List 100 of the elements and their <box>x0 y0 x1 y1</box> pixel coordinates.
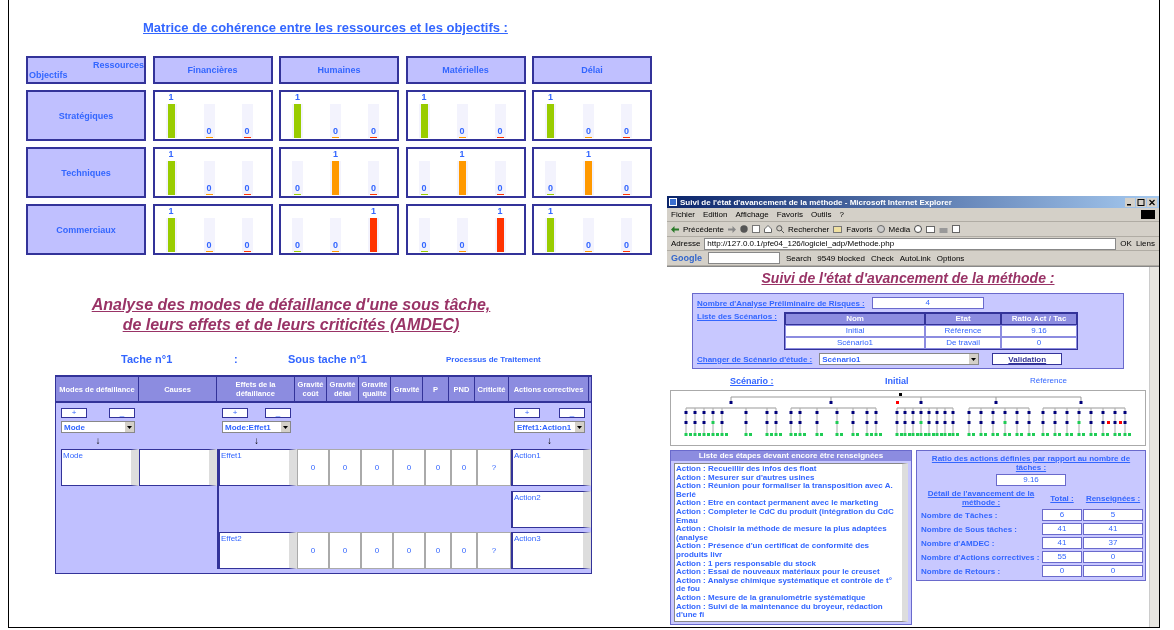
maximize-icon[interactable] <box>1136 197 1146 207</box>
folder-icon[interactable] <box>833 225 843 233</box>
column-axis-label: Ressources <box>91 60 144 70</box>
home-icon[interactable] <box>763 225 772 233</box>
score-cell: 0 <box>297 449 329 486</box>
text-area-field[interactable]: Effet2 <box>219 532 297 569</box>
bar-value-label: 0 <box>585 241 592 250</box>
value-field: 0 <box>1083 565 1143 577</box>
autolink-button[interactable]: AutoLink <box>899 253 931 263</box>
search-button[interactable]: Search <box>786 253 812 263</box>
score-cell: 0 <box>425 532 451 569</box>
scrollbar[interactable] <box>1149 267 1159 627</box>
menu-item[interactable]: Favoris <box>776 210 803 219</box>
list-item[interactable]: Action : Choisir la méthode de mesure la plus adaptées (analyse <box>676 525 901 543</box>
ratio-label: Ratio des actions définies par rapport au nombre de tâches : <box>930 454 1132 472</box>
dropdown[interactable]: Mode:Effet1 <box>222 421 291 433</box>
bar-value-label: 0 <box>458 241 466 250</box>
table-cell: Référence <box>925 325 1002 337</box>
list-item[interactable]: Action : Mesure de la granulométrie systématique <box>676 593 901 603</box>
browser-icon <box>669 198 677 206</box>
down-arrow: ↓ <box>254 436 259 446</box>
score-cell: 0 <box>361 449 393 486</box>
close-icon[interactable] <box>1147 197 1157 207</box>
subtask-label: Sous tache n°1 <box>288 353 367 365</box>
column-header: Matérielles <box>405 56 526 84</box>
text-area-field[interactable] <box>139 449 217 486</box>
value-field: 41 <box>1083 523 1143 535</box>
list-item[interactable]: Action : Recueillir des infos des float <box>676 465 901 474</box>
add-button[interactable]: + <box>514 408 540 418</box>
column-header: Financières <box>152 56 273 84</box>
list-item[interactable]: Action : Completer le CdC du produit (intégration du CdC Emau <box>676 507 901 526</box>
remove-button[interactable]: _ <box>559 408 585 418</box>
dropdown[interactable]: Scénario1 <box>819 353 980 365</box>
scenario-label: Scénario : <box>730 376 774 386</box>
list-item[interactable]: Action : Mesurer sur d'autres usines <box>676 473 901 483</box>
list-item[interactable]: Action : Réunion pour formaliser la transposition avec A. Berlé <box>676 482 901 500</box>
popup-blocker-button[interactable]: 9549 blocked <box>817 253 865 263</box>
search-field[interactable] <box>708 252 780 264</box>
stop-icon[interactable] <box>739 225 748 233</box>
bar-value-label: 1 <box>370 207 377 216</box>
text-area-field[interactable]: Effet1 <box>219 449 297 486</box>
list-box[interactable] <box>674 463 908 622</box>
address-field[interactable]: http://127.0.0.1/pfe04_126/logiciel_adp/Methode.php <box>704 237 1117 250</box>
back-button[interactable]: Précédente <box>683 224 724 234</box>
check-button[interactable]: Check <box>870 253 894 263</box>
bar-value-label: 0 <box>370 127 377 136</box>
amdec-title: de leurs effets et de leurs criticités (AMDEC) <box>122 315 460 335</box>
text-area-field[interactable]: Action1 <box>511 449 591 486</box>
value-field: 41 <box>1042 537 1082 549</box>
favorites-button[interactable]: Favoris <box>846 224 873 234</box>
address-label: Adresse <box>671 239 701 248</box>
back-arrow-icon[interactable] <box>671 225 679 233</box>
list-item[interactable]: Action : Analyse chimique systématique et contrôle de t° de fou <box>676 576 901 594</box>
bar-value-label: 1 <box>294 93 301 102</box>
bar-value-label: 0 <box>623 241 630 250</box>
menu-item[interactable]: Affichage <box>735 210 769 219</box>
score-cell: 0 <box>361 532 393 569</box>
bar-value-label: 0 <box>496 184 504 193</box>
row-label: Nombre d'Actions correctives : <box>921 552 1041 562</box>
search-icon[interactable] <box>775 225 784 233</box>
row-label: Nombre de Tâches : <box>921 510 999 520</box>
add-button[interactable]: + <box>61 408 87 418</box>
value-field: 6 <box>1042 509 1082 521</box>
column-header: Humaines <box>279 56 399 84</box>
bar-value-label: 0 <box>205 241 213 250</box>
bar-value-label: 0 <box>294 184 301 193</box>
list-item[interactable]: Action : Etre en contact permanent avec le marketing <box>676 499 901 508</box>
minimize-icon[interactable] <box>1125 197 1135 207</box>
bar-value-label: 0 <box>623 127 630 136</box>
dropdown[interactable]: Effet1:Action1 <box>514 421 585 433</box>
validation-button[interactable]: Validation <box>992 353 1063 365</box>
list-item[interactable]: Action : Suivi de la maintenance du broyeur, rédaction d'une fi <box>676 602 901 620</box>
bar-value-label: 1 <box>547 207 554 216</box>
list-item[interactable]: Action : Présence d'un certificat de conformité des produits livr <box>676 542 901 560</box>
text-area-field[interactable]: Action3 <box>511 532 591 569</box>
links-button[interactable]: Liens <box>1135 239 1155 248</box>
add-button[interactable]: + <box>222 408 248 418</box>
go-button[interactable]: OK <box>1120 239 1132 248</box>
media-button[interactable]: Média <box>888 224 911 234</box>
list-item[interactable]: Action : Essai de nouveaux matériaux pour le creuset <box>676 568 901 577</box>
dropdown[interactable]: Mode <box>61 421 135 433</box>
value-field: 41 <box>1042 523 1082 535</box>
remove-button[interactable]: _ <box>265 408 291 418</box>
column-header: Nom <box>785 313 926 325</box>
column-header: Délai <box>532 56 652 84</box>
menu-item[interactable]: Fichier <box>671 210 695 219</box>
table-cell: Initial <box>785 325 926 337</box>
menu-item[interactable]: ? <box>839 210 844 219</box>
options-button[interactable]: Options <box>936 253 965 263</box>
menu-item[interactable]: Outils <box>810 210 832 219</box>
list-item[interactable]: Action : 1 pers responsable du stock <box>676 559 901 569</box>
table-cell: 9.16 <box>1001 325 1078 337</box>
table-cell: 0 <box>1001 337 1078 349</box>
search-button[interactable]: Rechercher <box>787 224 830 234</box>
menu-item[interactable]: Edition <box>703 210 728 219</box>
text-area-field[interactable]: Mode <box>61 449 139 486</box>
remove-button[interactable]: _ <box>109 408 135 418</box>
bar-value-label: 0 <box>623 184 630 193</box>
text-area-field[interactable]: Action2 <box>511 491 591 528</box>
bar-value-label: 1 <box>458 150 466 159</box>
